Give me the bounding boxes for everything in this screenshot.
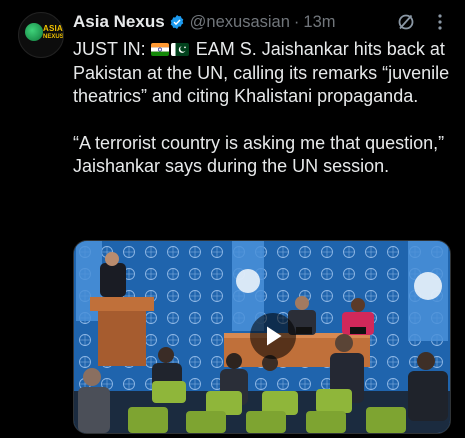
avatar-logo-text-bottom: NEXUS [43,34,64,40]
verified-badge-icon [170,15,183,29]
just-in-label: JUST IN: [73,39,146,59]
tweet-paragraph-1: JUST IN: EAM S. Jaishankar hits back at … [73,38,458,109]
avatar[interactable]: ASIA NEXUS [18,12,64,58]
india-flag-icon [150,43,169,56]
separator-dot: · [293,12,300,31]
tweet-header: Asia Nexus @nexusasian · 13m [73,11,336,33]
author-display-name[interactable]: Asia Nexus [73,12,165,32]
pakistan-flag-icon [170,43,189,56]
globe-logo-icon [25,23,43,41]
avatar-logo-text-top: ASIA [43,24,63,33]
grok-icon[interactable] [396,12,416,32]
post-time[interactable]: 13m [303,13,335,32]
tweet-paragraph-2: “A terrorist country is asking me that q… [73,132,445,177]
play-icon [267,326,282,346]
play-button[interactable] [250,313,296,359]
video-thumbnail[interactable] [73,240,451,434]
more-options-icon[interactable] [437,12,443,32]
author-handle[interactable]: @nexusasian [190,13,290,32]
tweet-text: JUST IN: EAM S. Jaishankar hits back at … [73,38,458,179]
